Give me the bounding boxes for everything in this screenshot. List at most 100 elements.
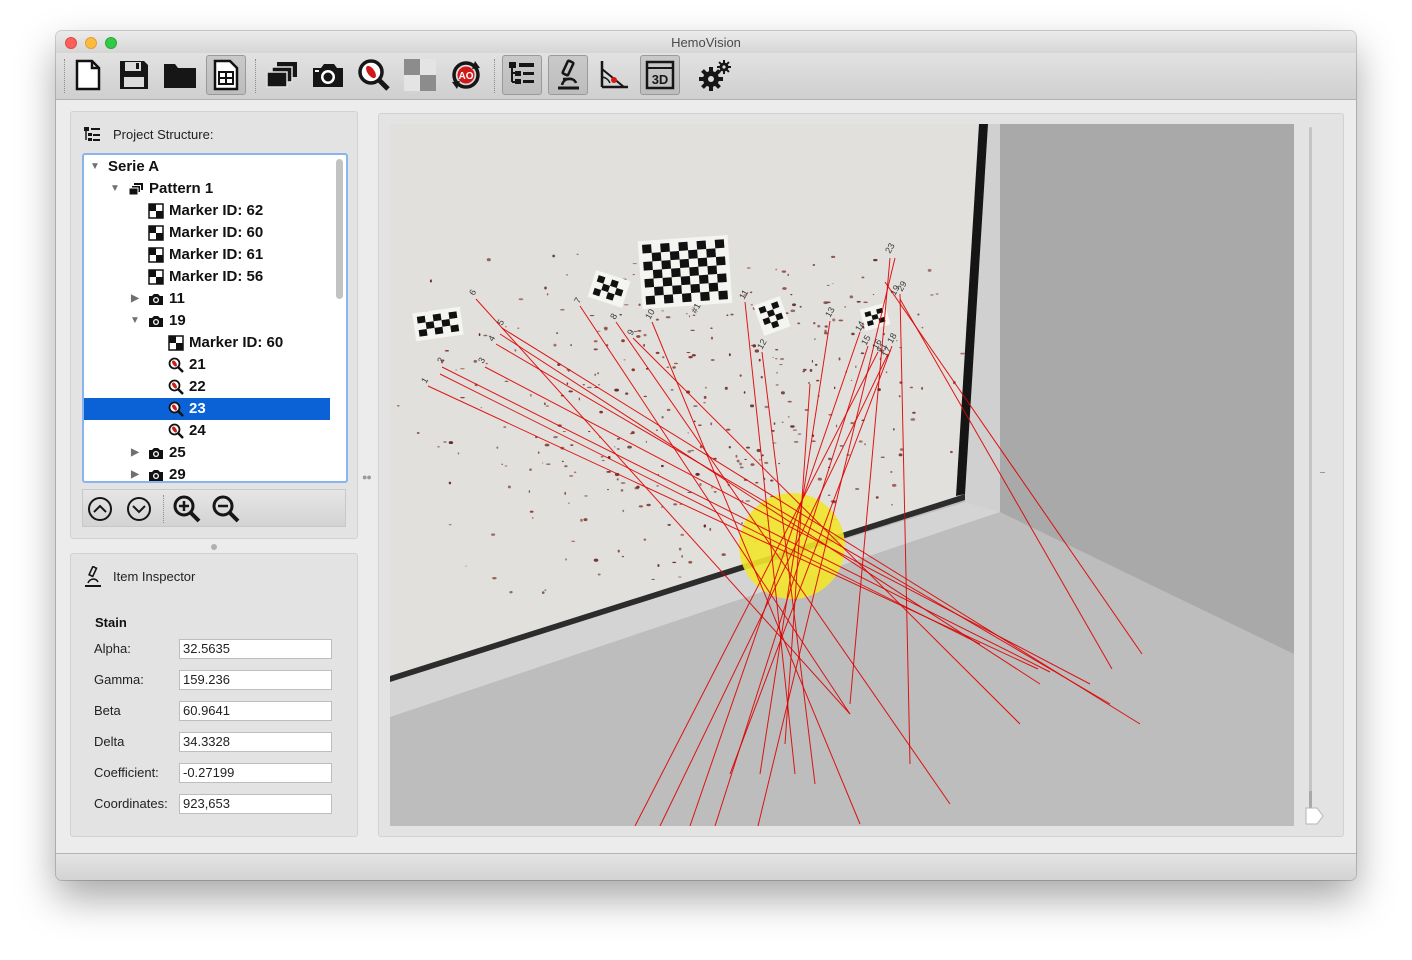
viewport-zoom-slider[interactable]	[1309, 127, 1312, 817]
zoom-out-icon	[212, 495, 240, 523]
markers-button[interactable]	[400, 55, 440, 95]
save-button[interactable]	[114, 55, 154, 95]
chevron-up-circle-icon	[88, 497, 112, 521]
project-tree[interactable]: ▼ Serie A ▼ Pattern 1 Marker ID: 62 Marker ID…	[82, 153, 348, 483]
inspector-field-input[interactable]: 32.5635	[179, 639, 332, 659]
new-document-button[interactable]	[68, 55, 108, 95]
inspector-field-label: Gamma:	[94, 672, 144, 687]
settings-gears-icon	[699, 60, 731, 91]
tools-separator	[163, 495, 164, 523]
inspector-field-input[interactable]: 923,653	[179, 794, 332, 814]
zoom-out-button[interactable]	[211, 494, 241, 524]
tree-scrollbar[interactable]	[336, 159, 343, 299]
stain-icon	[168, 379, 184, 395]
3d-scene[interactable]: 12345678910111213141516171819212329#1	[390, 124, 1294, 826]
marker-icon	[148, 247, 164, 263]
area-of-origin-icon: AO	[452, 61, 480, 89]
camera-button[interactable]	[308, 55, 348, 95]
angle-measure-icon	[600, 61, 628, 89]
tree-item-label: 22	[189, 378, 206, 395]
view-3d-toggle[interactable]: 3D	[640, 55, 680, 95]
marker-icon	[148, 269, 164, 285]
tree-item[interactable]: ▶ 29	[84, 464, 330, 483]
main-toolbar: AO 3D	[56, 53, 1356, 100]
stain-icon	[168, 357, 184, 373]
tree-item[interactable]: ▶ 25	[84, 442, 330, 464]
area-of-origin-button[interactable]: AO	[446, 55, 486, 95]
settings-button[interactable]	[696, 55, 736, 95]
stain-analysis-button[interactable]	[354, 55, 394, 95]
tree-item[interactable]: ▼ Serie A	[84, 156, 330, 178]
item-inspector-toggle[interactable]	[548, 55, 588, 95]
expand-down-arrow-icon[interactable]: ▼	[110, 178, 120, 200]
toolbar-separator	[255, 59, 257, 93]
tree-tools-bar	[82, 489, 346, 527]
save-icon	[120, 61, 148, 89]
minimize-window-button[interactable]	[85, 37, 97, 49]
stain-icon	[168, 423, 184, 439]
tree-item[interactable]: Marker ID: 61	[84, 244, 330, 266]
vertical-splitter-handle[interactable]: ●●	[362, 472, 372, 482]
tree-item[interactable]: ▼ Pattern 1	[84, 178, 330, 200]
open-folder-icon	[164, 64, 196, 88]
tree-item[interactable]: 23	[84, 398, 330, 420]
microscope-icon	[85, 566, 101, 587]
zoom-in-button[interactable]	[172, 494, 202, 524]
tree-item-label: Marker ID: 62	[169, 202, 264, 219]
angle-measure-button[interactable]	[594, 55, 634, 95]
project-tree-toggle[interactable]	[502, 55, 542, 95]
inspector-field-label: Delta	[94, 734, 125, 749]
patterns-button[interactable]	[262, 55, 302, 95]
zoom-in-icon	[173, 495, 201, 523]
inspector-field-input[interactable]: 34.3328	[179, 732, 332, 752]
splitter-handle[interactable]	[211, 544, 217, 550]
tree-item[interactable]: Marker ID: 60	[84, 332, 330, 354]
inspector-field-input[interactable]: -0.27199	[179, 763, 332, 783]
tree-item-label: 29	[169, 466, 186, 483]
tree-item-label: Serie A	[108, 158, 160, 175]
app-window: HemoVision AO 3D Project Structure: ▼ Se…	[56, 31, 1356, 880]
layout-grid-button[interactable]	[206, 55, 246, 95]
tree-item[interactable]: Marker ID: 62	[84, 200, 330, 222]
camera-icon	[148, 467, 164, 481]
ao-text: AO	[459, 71, 474, 82]
tree-item[interactable]: ▼ 19	[84, 310, 330, 332]
move-up-button[interactable]	[85, 494, 115, 524]
camera-icon	[148, 313, 164, 329]
tree-item[interactable]: Marker ID: 60	[84, 222, 330, 244]
open-folder-button[interactable]	[160, 55, 200, 95]
expand-right-arrow-icon[interactable]: ▶	[130, 464, 140, 481]
zoom-window-button[interactable]	[105, 37, 117, 49]
inspector-field-label: Beta	[94, 703, 121, 718]
tree-item[interactable]: 22	[84, 376, 330, 398]
expand-right-arrow-icon[interactable]: ▶	[130, 442, 140, 464]
zoom-slider-handle[interactable]	[1304, 807, 1324, 825]
tree-item[interactable]: ▶ 11	[84, 288, 330, 310]
tree-item[interactable]: Marker ID: 56	[84, 266, 330, 288]
status-bar	[56, 853, 1356, 880]
expand-right-arrow-icon[interactable]: ▶	[130, 288, 140, 310]
item-inspector-title: Item Inspector	[113, 569, 196, 584]
tree-item[interactable]: 21	[84, 354, 330, 376]
tree-item-label: Pattern 1	[149, 180, 214, 197]
title-bar[interactable]: HemoVision	[56, 31, 1356, 53]
stain-magnifier-icon	[358, 59, 390, 91]
3d-viewport[interactable]: 12345678910111213141516171819212329#1	[390, 124, 1294, 826]
toolbar-separator	[494, 59, 496, 93]
inspector-section-title: Stain	[95, 615, 127, 630]
3d-text: 3D	[652, 72, 669, 87]
marker-icon	[148, 203, 164, 219]
inspector-field-input[interactable]: 159.236	[179, 670, 332, 690]
move-down-button[interactable]	[124, 494, 154, 524]
inspector-field-label: Coefficient:	[94, 765, 159, 780]
marker-checker-icon	[404, 59, 436, 91]
expand-down-arrow-icon[interactable]: ▼	[90, 156, 100, 178]
tree-item-label: Marker ID: 60	[189, 334, 284, 351]
stain-icon	[168, 401, 184, 417]
expand-down-arrow-icon[interactable]: ▼	[130, 310, 140, 332]
camera-icon	[148, 291, 164, 307]
inspector-field-input[interactable]: 60.9641	[179, 701, 332, 721]
window-title: HemoVision	[671, 35, 741, 50]
close-window-button[interactable]	[65, 37, 77, 49]
tree-item[interactable]: 24	[84, 420, 330, 442]
